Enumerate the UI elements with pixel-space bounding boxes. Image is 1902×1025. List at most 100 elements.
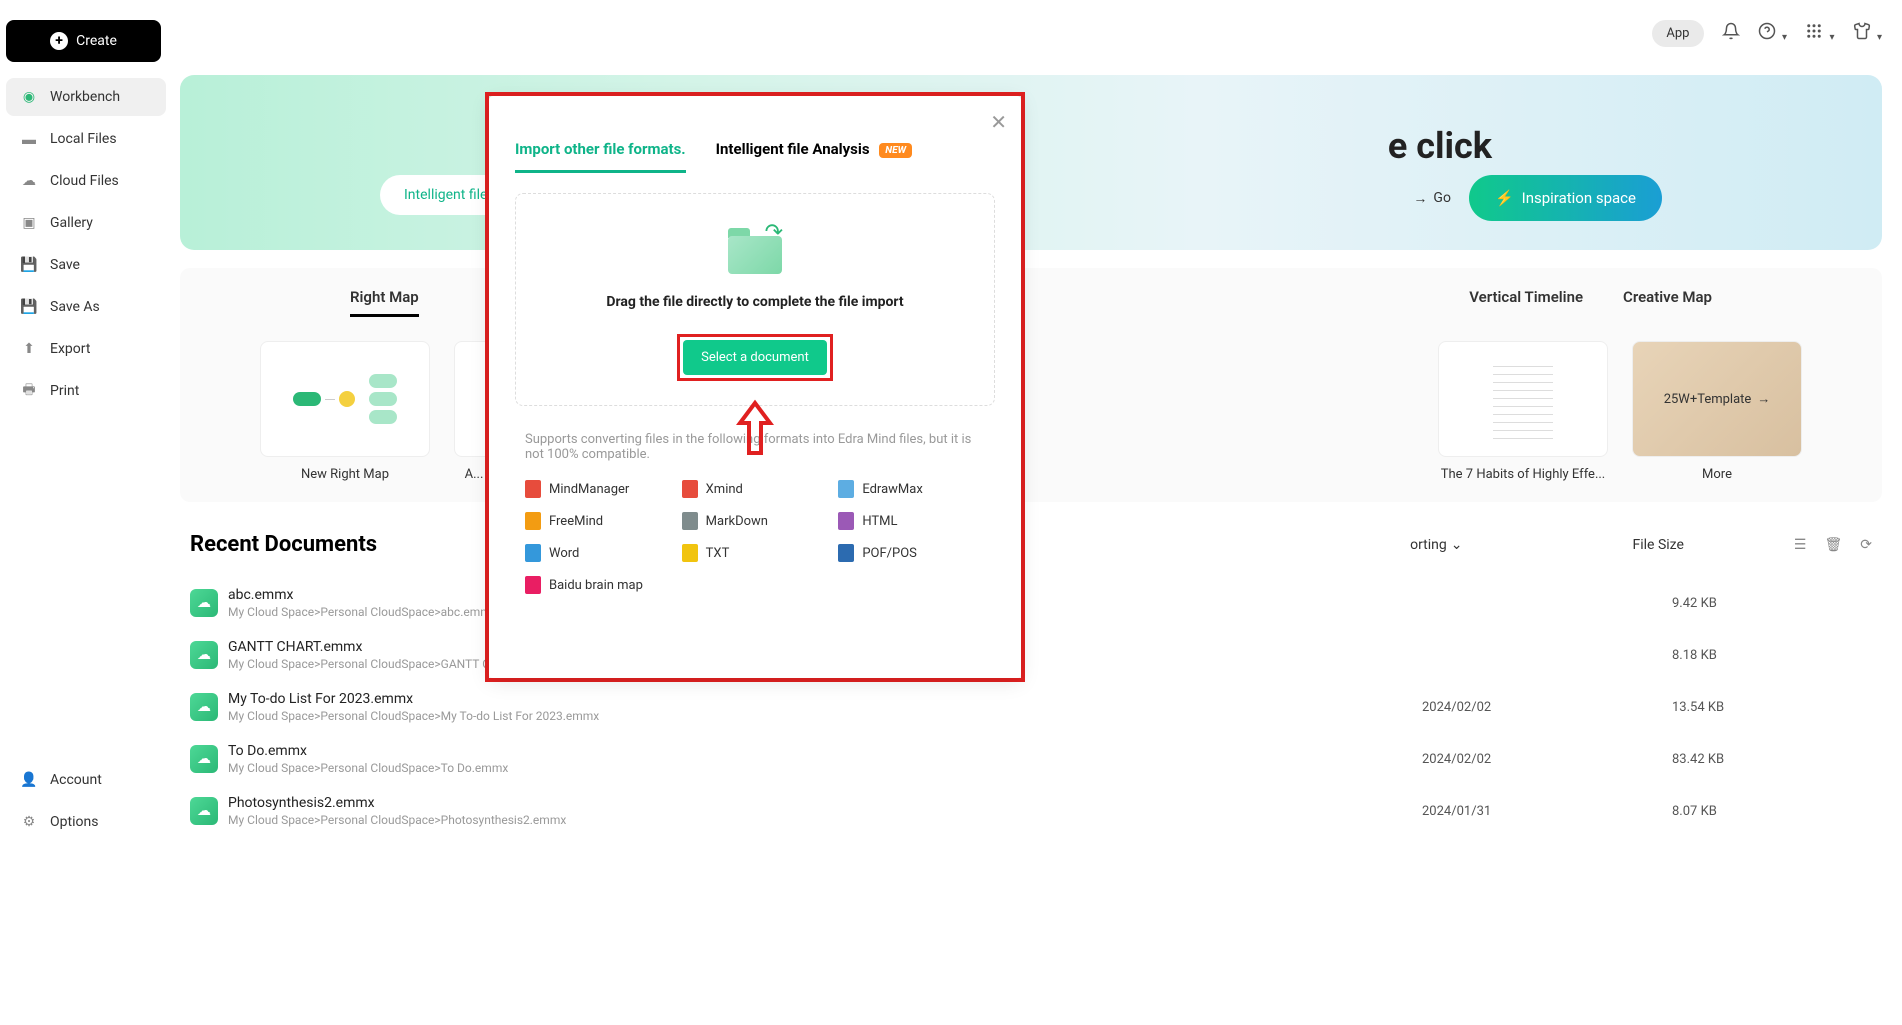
doc-name: To Do.emmx xyxy=(228,743,1422,759)
template-preview xyxy=(260,341,430,457)
template-cards: New Right Map A... The 7 Habits of Highl… xyxy=(200,341,1862,482)
document-row[interactable]: ☁ Photosynthesis2.emmx My Cloud Space>Pe… xyxy=(190,785,1872,837)
select-button-highlight: Select a document xyxy=(677,334,833,381)
template-label: The 7 Habits of Highly Effe... xyxy=(1438,467,1608,482)
cloud-file-icon: ☁ xyxy=(190,693,218,721)
tab-right-map[interactable]: Right Map xyxy=(350,288,419,317)
doc-size: 8.07 KB xyxy=(1672,804,1872,819)
doc-size: 13.54 KB xyxy=(1672,700,1872,715)
cloud-icon: ☁ xyxy=(20,172,38,190)
sidebar-item-label: Print xyxy=(50,383,79,399)
template-label: New Right Map xyxy=(260,467,430,482)
shirt-icon[interactable]: ▾ xyxy=(1853,22,1883,45)
sidebar-item-account[interactable]: 👤 Account xyxy=(6,761,166,799)
grid-icon[interactable]: ▾ xyxy=(1805,22,1835,45)
refresh-icon[interactable]: ⟳ xyxy=(1860,537,1872,553)
create-button[interactable]: + Create xyxy=(6,20,161,62)
cloud-file-icon: ☁ xyxy=(190,641,218,669)
file-format-icon xyxy=(838,480,854,498)
list-view-icon[interactable]: ☰ xyxy=(1794,537,1807,553)
cloud-file-icon: ☁ xyxy=(190,745,218,773)
doc-size: 9.42 KB xyxy=(1672,596,1872,611)
tab-import-formats[interactable]: Import other file formats. xyxy=(515,140,686,173)
tab-creative-map[interactable]: Creative Map xyxy=(1623,288,1712,317)
sidebar-item-label: Save xyxy=(50,257,80,273)
sidebar-item-gallery[interactable]: ▣ Gallery xyxy=(6,204,166,242)
sidebar-item-label: Gallery xyxy=(50,215,93,231)
document-row[interactable]: ☁ My To-do List For 2023.emmx My Cloud S… xyxy=(190,681,1872,733)
doc-name: Photosynthesis2.emmx xyxy=(228,795,1422,811)
sidebar-item-options[interactable]: ⚙ Options xyxy=(6,803,166,841)
tab-vertical-timeline[interactable]: Vertical Timeline xyxy=(1469,288,1583,317)
close-icon[interactable]: ✕ xyxy=(990,110,1007,134)
file-format-icon xyxy=(682,480,698,498)
hero-controls-right: → Go ⚡ Inspiration space xyxy=(1413,175,1662,221)
tab-label: Intelligent file Analysis xyxy=(716,140,870,158)
file-format-icon xyxy=(838,512,854,530)
file-format-icon xyxy=(682,512,698,530)
hero-title: e click xyxy=(1388,125,1492,167)
sidebar-item-save-as[interactable]: 💾 Save As xyxy=(6,288,166,326)
format-name: MarkDown xyxy=(706,514,768,529)
doc-info: My To-do List For 2023.emmx My Cloud Spa… xyxy=(228,691,1422,723)
sidebar-item-label: Options xyxy=(50,814,98,830)
file-format-icon xyxy=(838,544,854,562)
document-row[interactable]: ☁ GANTT CHART.emmx My Cloud Space>Person… xyxy=(190,629,1872,681)
export-icon: ⬆ xyxy=(20,340,38,358)
format-name: MindManager xyxy=(549,482,629,497)
main: e click Intelligent file → Go ⚡ Inspirat… xyxy=(180,75,1882,837)
doc-size: 8.18 KB xyxy=(1672,648,1872,663)
sidebar-item-cloud-files[interactable]: ☁ Cloud Files xyxy=(6,162,166,200)
document-row[interactable]: ☁ To Do.emmx My Cloud Space>Personal Clo… xyxy=(190,733,1872,785)
file-size-column[interactable]: File Size xyxy=(1633,537,1684,553)
format-item: Baidu brain map xyxy=(525,576,672,594)
format-name: POF/POS xyxy=(862,546,917,561)
sort-label: orting xyxy=(1410,537,1447,553)
format-item: POF/POS xyxy=(838,544,985,562)
document-row[interactable]: ☁ abc.emmx My Cloud Space>Personal Cloud… xyxy=(190,577,1872,629)
template-card-more[interactable]: 25W+Template → More xyxy=(1632,341,1802,482)
sidebar-item-label: Account xyxy=(50,772,102,788)
lightning-icon: ⚡ xyxy=(1495,189,1514,207)
sidebar-item-export[interactable]: ⬆ Export xyxy=(6,330,166,368)
new-badge: NEW xyxy=(879,143,912,158)
template-label: More xyxy=(1632,467,1802,482)
app-badge[interactable]: App xyxy=(1652,20,1703,47)
sidebar-item-local-files[interactable]: ▬ Local Files xyxy=(6,120,166,158)
tab-intelligent-analysis[interactable]: Intelligent file Analysis NEW xyxy=(716,140,912,173)
go-button[interactable]: → Go xyxy=(1413,190,1451,207)
file-format-icon xyxy=(525,480,541,498)
plus-icon: + xyxy=(50,32,68,50)
format-name: EdrawMax xyxy=(862,482,922,497)
doc-date: 2024/02/02 xyxy=(1422,752,1672,767)
import-modal: ✕ Import other file formats. Intelligent… xyxy=(489,96,1021,678)
bell-icon[interactable] xyxy=(1722,22,1740,45)
templates-tabs: Right Map Vertical Timeline Creative Map xyxy=(200,288,1862,323)
format-name: Xmind xyxy=(706,482,743,497)
template-preview-more: 25W+Template → xyxy=(1632,341,1802,457)
modal-tabs: Import other file formats. Intelligent f… xyxy=(515,140,995,173)
format-name: Baidu brain map xyxy=(549,578,643,593)
select-document-button[interactable]: Select a document xyxy=(683,340,827,375)
templates-section: Right Map Vertical Timeline Creative Map xyxy=(180,268,1882,502)
sidebar-item-workbench[interactable]: ◉ Workbench xyxy=(6,78,166,116)
inspiration-space-button[interactable]: ⚡ Inspiration space xyxy=(1469,175,1662,221)
hero-banner: e click Intelligent file → Go ⚡ Inspirat… xyxy=(180,75,1882,250)
chevron-down-icon: ⌄ xyxy=(1451,537,1463,553)
dropzone[interactable]: ↷ Drag the file directly to complete the… xyxy=(515,193,995,406)
template-preview xyxy=(1438,341,1608,457)
cloud-file-icon: ☁ xyxy=(190,797,218,825)
template-card-new-right-map[interactable]: New Right Map xyxy=(260,341,430,482)
template-card-7-habits[interactable]: The 7 Habits of Highly Effe... xyxy=(1438,341,1608,482)
sidebar-item-label: Cloud Files xyxy=(50,173,119,189)
sidebar-item-save[interactable]: 💾 Save xyxy=(6,246,166,284)
format-item: Word xyxy=(525,544,672,562)
trash-icon[interactable]: 🗑 xyxy=(1824,537,1842,553)
help-icon[interactable]: ▾ xyxy=(1758,22,1788,45)
recent-title: Recent Documents xyxy=(190,532,377,557)
format-item: Xmind xyxy=(682,480,829,498)
format-name: FreeMind xyxy=(549,514,603,529)
sort-column[interactable]: orting ⌄ xyxy=(1410,537,1462,553)
sidebar-item-print[interactable]: 🖶 Print xyxy=(6,372,166,410)
sidebar-bottom: 👤 Account ⚙ Options xyxy=(6,761,166,845)
